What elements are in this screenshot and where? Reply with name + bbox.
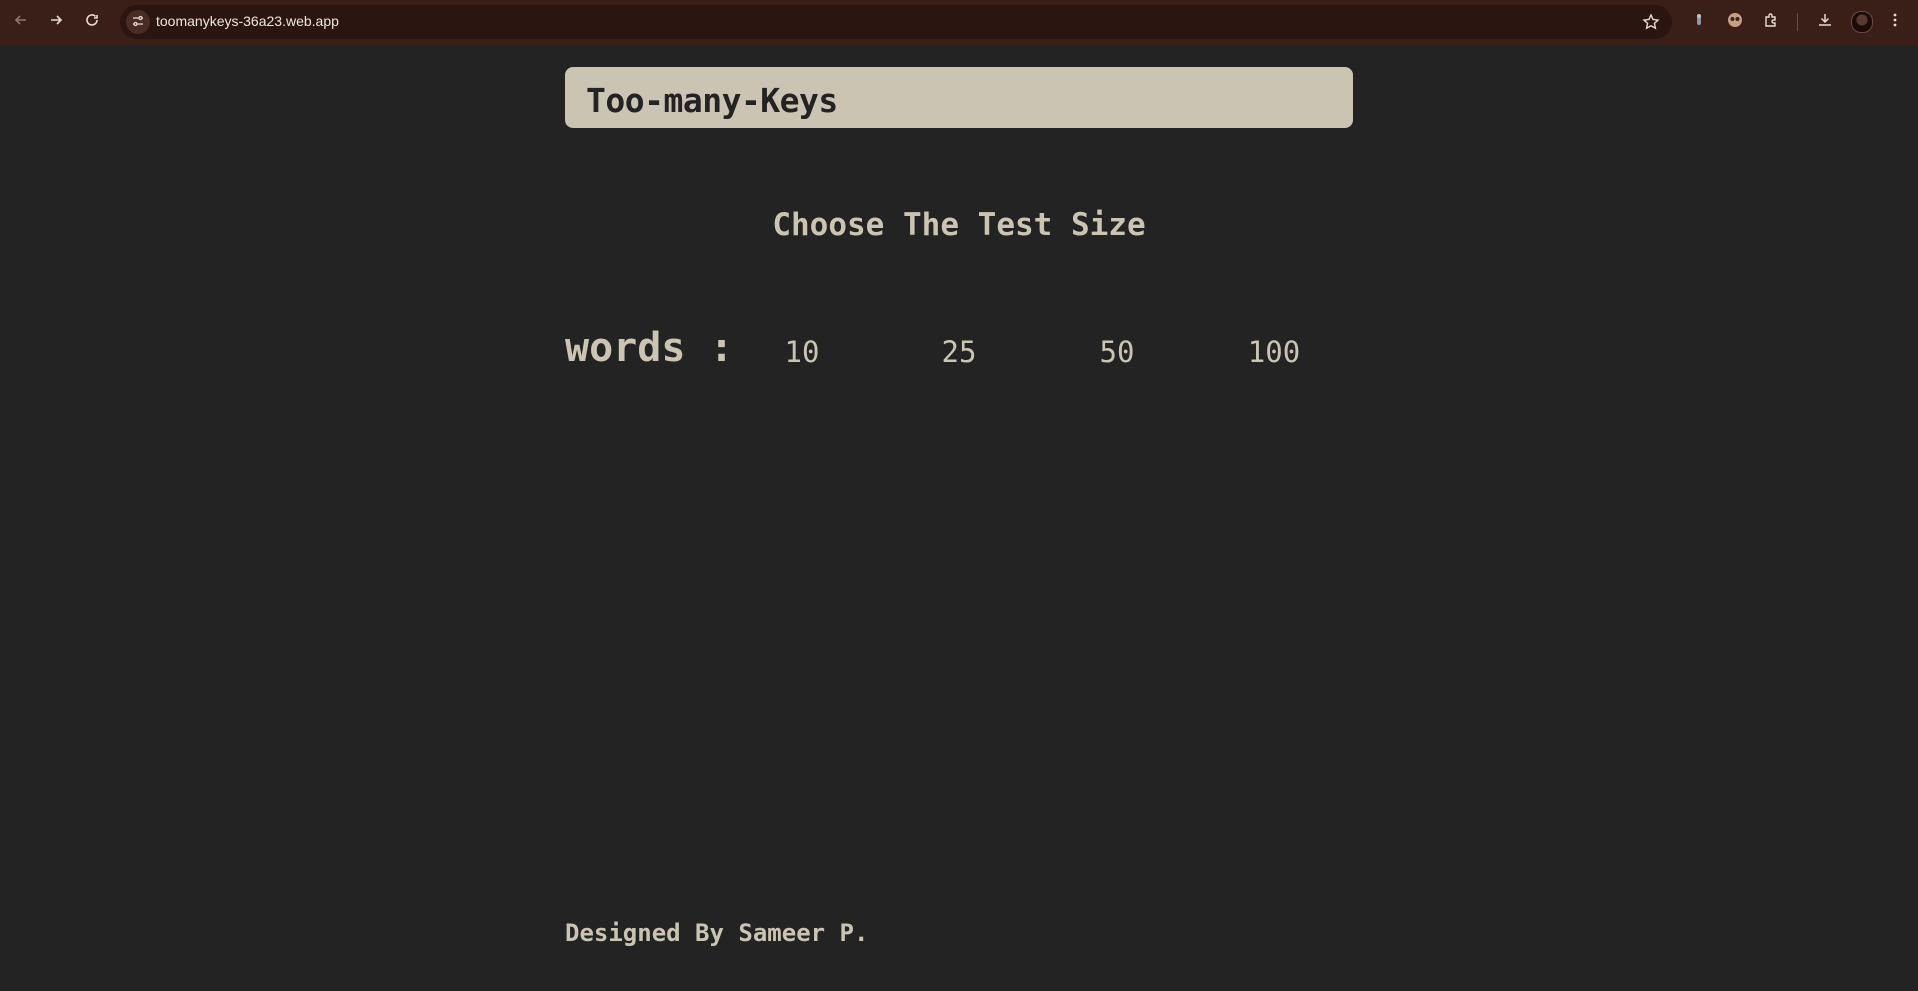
url-text[interactable]: toomanykeys-36a23.web.app <box>156 13 339 29</box>
word-count-option-25[interactable]: 25 <box>899 335 1019 369</box>
page-content: Too-many-Keys Choose The Test Size words… <box>0 45 1918 991</box>
more-vertical-icon <box>1886 11 1904 33</box>
downloads-button[interactable] <box>1812 9 1838 35</box>
extension-figure-icon <box>1690 11 1708 33</box>
arrow-left-icon <box>13 12 29 32</box>
browser-toolbar: toomanykeys-36a23.web.app <box>0 0 1918 45</box>
page-heading: Choose The Test Size <box>772 207 1146 243</box>
reload-button[interactable] <box>78 8 106 36</box>
star-icon <box>1642 13 1660 35</box>
toolbar-divider <box>1797 13 1798 31</box>
site-info-button[interactable] <box>126 10 150 34</box>
extension-button-1[interactable] <box>1686 9 1712 35</box>
footer-credit: Designed By Sameer P. <box>565 919 869 947</box>
forward-button[interactable] <box>42 8 70 36</box>
word-count-option-10[interactable]: 10 <box>742 335 862 369</box>
bookmark-button[interactable] <box>1642 13 1660 31</box>
back-button[interactable] <box>7 8 35 36</box>
word-count-option-100[interactable]: 100 <box>1214 335 1334 369</box>
word-count-option-50[interactable]: 50 <box>1057 335 1177 369</box>
extension-face-icon <box>1726 11 1744 33</box>
menu-button[interactable] <box>1882 9 1908 35</box>
site-header: Too-many-Keys <box>565 67 1353 128</box>
extensions-button[interactable] <box>1758 9 1784 35</box>
words-label: words : <box>565 325 734 371</box>
extension-button-2[interactable] <box>1722 9 1748 35</box>
site-logo[interactable]: Too-many-Keys <box>586 81 838 120</box>
address-bar[interactable]: toomanykeys-36a23.web.app <box>120 5 1672 39</box>
tune-icon <box>131 13 145 32</box>
arrow-right-icon <box>48 12 64 32</box>
profile-avatar[interactable] <box>1851 11 1873 33</box>
download-icon <box>1816 11 1834 33</box>
reload-icon <box>84 12 100 32</box>
puzzle-icon <box>1762 11 1780 33</box>
